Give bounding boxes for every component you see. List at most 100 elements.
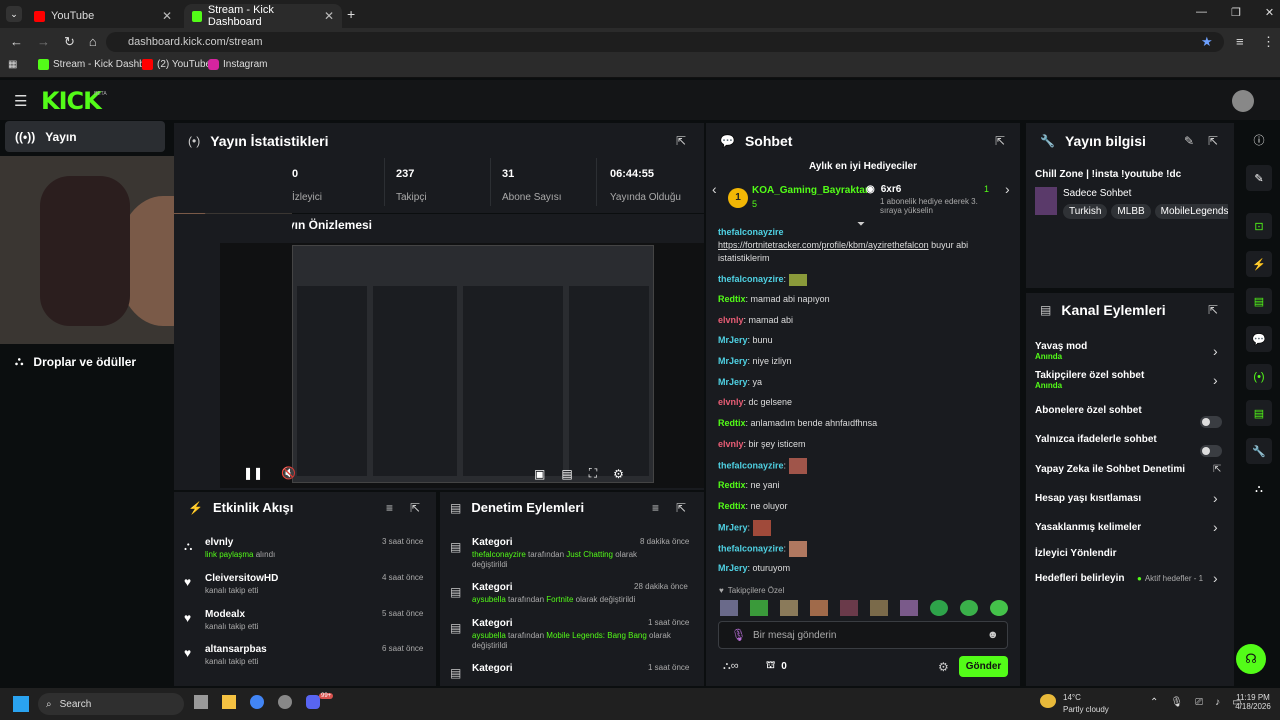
- avatar[interactable]: [1232, 90, 1254, 112]
- mic-icon[interactable]: 🎙: [1170, 697, 1183, 708]
- chrome-icon[interactable]: [250, 695, 264, 709]
- apps-icon[interactable]: ▦: [8, 59, 17, 70]
- kick-logo[interactable]: KICK: [41, 87, 102, 115]
- second-gifter-note: 1 abonelik hediye ederek 3. sıraya yükse…: [880, 197, 978, 215]
- edit-icon[interactable]: ✎: [1246, 165, 1272, 191]
- tags: Turkish MLBB MobileLegends: [1063, 203, 1228, 219]
- tab-kick-dashboard[interactable]: Stream - Kick Dashboard ✕: [184, 4, 342, 28]
- send-button[interactable]: Gönder: [959, 656, 1008, 677]
- stat-uptime: 06:44:55 Yayında Olduğu: [610, 168, 681, 203]
- volume-icon[interactable]: ♪: [1215, 697, 1220, 708]
- popout-icon[interactable]: ⇱: [676, 501, 686, 515]
- url-field[interactable]: dashboard.kick.com/stream: [106, 32, 1224, 52]
- file-explorer-icon[interactable]: [222, 695, 236, 709]
- action-ai-moderation[interactable]: Yapay Zeka ile Sohbet Denetimi ⇱: [1035, 464, 1225, 475]
- broadcast-icon[interactable]: (•): [1246, 364, 1272, 390]
- back-icon[interactable]: ←: [10, 34, 23, 50]
- target-icon[interactable]: ⊡: [1246, 213, 1272, 239]
- edit-icon[interactable]: ✎: [1184, 134, 1194, 148]
- document-icon[interactable]: ▤: [1246, 288, 1272, 314]
- discord-icon[interactable]: [306, 695, 320, 709]
- popout-icon[interactable]: ⇱: [1208, 303, 1218, 317]
- forward-icon[interactable]: →: [37, 34, 50, 50]
- emote[interactable]: [930, 600, 948, 616]
- minimize-icon[interactable]: —: [1196, 6, 1207, 19]
- close-icon[interactable]: ✕: [324, 9, 334, 23]
- menu-icon[interactable]: ⋮: [1262, 34, 1275, 50]
- task-view-icon[interactable]: [194, 695, 208, 709]
- webcam-chair: [40, 176, 130, 326]
- chevron-left-icon[interactable]: ‹: [712, 181, 717, 197]
- popout-icon[interactable]: ⇱: [1208, 134, 1218, 148]
- app-icon[interactable]: [278, 695, 292, 709]
- popout-icon[interactable]: ⇱: [410, 501, 420, 515]
- action-followers-only[interactable]: Takipçilere özel sohbet Anında ›: [1035, 370, 1225, 390]
- subscribers-only-toggle[interactable]: [1200, 416, 1222, 428]
- action-account-age[interactable]: Hesap yaşı kısıtlaması ›: [1035, 490, 1225, 506]
- action-goals[interactable]: Hedefleri belirleyin ● Aktif hedefler - 1 ›: [1035, 570, 1225, 586]
- action-raid[interactable]: İzleyici Yönlendir: [1035, 548, 1225, 559]
- bolt-icon[interactable]: ⚡: [1246, 251, 1272, 277]
- windows-start-icon[interactable]: [13, 696, 29, 712]
- tab-youtube[interactable]: YouTube ✕: [26, 4, 180, 28]
- emote[interactable]: [780, 600, 798, 616]
- chevron-up-icon[interactable]: ⌃: [1150, 697, 1158, 708]
- emote[interactable]: [900, 600, 918, 616]
- emote[interactable]: [810, 600, 828, 616]
- settings-icon[interactable]: ⚙: [613, 467, 624, 481]
- filter-icon[interactable]: ≡: [652, 501, 659, 515]
- pause-icon[interactable]: ❚❚: [243, 466, 263, 480]
- emote[interactable]: [870, 600, 888, 616]
- share-icon[interactable]: ⛬: [1246, 476, 1272, 502]
- bookmark-instagram[interactable]: Instagram: [208, 59, 267, 70]
- sidebar-item-drops[interactable]: ⛬ Droplar ve ödüller: [15, 354, 136, 369]
- action-slow-mode[interactable]: Yavaş mod Anında ›: [1035, 341, 1225, 361]
- category-thumbnail: [1035, 187, 1057, 215]
- bookmark-kick[interactable]: Stream - Kick Dashb...: [38, 59, 153, 70]
- pip-icon[interactable]: ▣: [534, 467, 545, 481]
- points-display[interactable]: ⛫ 0: [766, 660, 787, 673]
- category-name[interactable]: Sadece Sohbet: [1063, 188, 1131, 199]
- reload-icon[interactable]: ↻: [64, 34, 75, 50]
- chat-settings-icon[interactable]: ⚙: [938, 660, 949, 674]
- close-window-icon[interactable]: ✕: [1265, 6, 1274, 19]
- extensions-icon[interactable]: ≡: [1236, 34, 1244, 49]
- emote: [788, 541, 807, 557]
- emote[interactable]: [990, 600, 1008, 616]
- taskbar-search[interactable]: ⌕ Search: [38, 693, 184, 715]
- fullscreen-icon[interactable]: ⛶: [589, 466, 597, 481]
- popout-icon[interactable]: ⇱: [676, 134, 686, 148]
- filter-icon[interactable]: ≡: [386, 501, 393, 515]
- support-icon[interactable]: ☊: [1236, 644, 1266, 674]
- stream-preview-video[interactable]: [220, 243, 704, 488]
- emote[interactable]: [960, 600, 978, 616]
- emote-only-toggle[interactable]: [1200, 445, 1222, 457]
- new-tab-icon[interactable]: +: [347, 6, 355, 22]
- emote[interactable]: [720, 600, 738, 616]
- home-icon[interactable]: ⌂: [89, 34, 97, 50]
- emoji-icon[interactable]: ☻: [987, 629, 999, 641]
- chat-icon[interactable]: 💬: [1246, 326, 1272, 352]
- action-banned-words[interactable]: Yasaklanmış kelimeler ›: [1035, 519, 1225, 535]
- emote[interactable]: [840, 600, 858, 616]
- gold-medal-icon: 1: [728, 188, 748, 208]
- network-icon[interactable]: ⎚: [1195, 697, 1203, 708]
- popout-icon[interactable]: ⇱: [995, 134, 1005, 148]
- close-icon[interactable]: ✕: [162, 9, 172, 23]
- mic-icon[interactable]: 🎙: [731, 628, 746, 642]
- tab-search-icon[interactable]: ⌄: [6, 6, 22, 22]
- emote[interactable]: [750, 600, 768, 616]
- hamburger-icon[interactable]: ☰: [14, 92, 27, 110]
- wrench-icon[interactable]: 🔧: [1246, 438, 1272, 464]
- clock[interactable]: 11:19 PM 4/18/2026: [1232, 693, 1274, 711]
- theater-icon[interactable]: ▤: [561, 467, 572, 481]
- bookmark-youtube[interactable]: (2) YouTube: [142, 59, 211, 70]
- star-icon[interactable]: ★: [1201, 34, 1213, 50]
- info-icon[interactable]: ⓘ: [1246, 127, 1272, 153]
- maximize-icon[interactable]: ❐: [1231, 6, 1241, 19]
- share-icon[interactable]: ⛬∞: [723, 660, 739, 673]
- actions-icon[interactable]: ▤: [1246, 400, 1272, 426]
- mute-icon[interactable]: 🔇: [281, 466, 296, 480]
- top-gifter-name[interactable]: KOA_Gaming_Bayraktar: [752, 185, 869, 196]
- chevron-right-icon[interactable]: ›: [1005, 181, 1010, 197]
